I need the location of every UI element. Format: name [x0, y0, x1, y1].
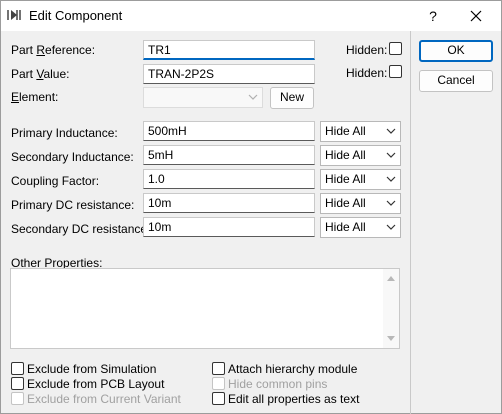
cancel-button[interactable]: Cancel — [419, 70, 493, 92]
part-reference-label: Part Reference: — [11, 43, 96, 57]
close-icon — [470, 10, 482, 22]
part-value-input[interactable]: TRAN-2P2S — [143, 64, 315, 84]
scroll-down-icon[interactable] — [386, 335, 396, 343]
close-button[interactable] — [459, 5, 493, 27]
exclude-simulation-label: Exclude from Simulation — [27, 362, 157, 376]
help-button[interactable]: ? — [420, 5, 446, 27]
part-reference-hidden-checkbox[interactable] — [389, 42, 402, 55]
exclude-simulation-checkbox[interactable] — [11, 362, 24, 375]
button-panel: OK Cancel — [411, 31, 501, 414]
property-label: Primary Inductance: — [11, 126, 118, 140]
primary-dc-resistance-visibility-select[interactable]: Hide All — [320, 193, 401, 214]
property-label: Primary DC resistance: — [11, 198, 135, 212]
main-panel: Part Reference: TR1 Hidden: Part Value: … — [1, 31, 411, 414]
chevron-down-icon — [386, 224, 396, 230]
edit-as-text-label: Edit all properties as text — [228, 392, 360, 406]
chevron-down-icon — [386, 152, 396, 158]
element-label: Element: — [11, 90, 59, 104]
secondary-inductance-input[interactable]: 5mH — [143, 145, 315, 165]
new-element-button[interactable]: New — [270, 87, 314, 109]
part-value-hidden-checkbox[interactable] — [389, 65, 402, 78]
ok-button[interactable]: OK — [419, 40, 493, 62]
chevron-down-icon — [386, 200, 396, 206]
property-label: Coupling Factor: — [11, 174, 100, 188]
part-reference-input[interactable]: TR1 — [143, 40, 315, 60]
edit-component-dialog: Edit Component ? Part Reference: TR1 Hid… — [0, 0, 502, 414]
secondary-dc-resistance-visibility-select[interactable]: Hide All — [320, 217, 401, 238]
exclude-pcb-checkbox[interactable] — [11, 377, 24, 390]
property-label: Secondary DC resistance: — [11, 222, 151, 236]
edit-as-text-checkbox[interactable] — [212, 392, 225, 405]
chevron-down-icon — [386, 128, 396, 134]
attach-hierarchy-label: Attach hierarchy module — [228, 362, 358, 376]
window-title: Edit Component — [29, 8, 123, 23]
attach-hierarchy-checkbox[interactable] — [212, 362, 225, 375]
other-properties-textarea[interactable] — [10, 268, 400, 349]
chevron-down-icon — [386, 176, 396, 182]
secondary-dc-resistance-input[interactable]: 10m — [143, 217, 315, 237]
primary-inductance-input[interactable]: 500mH — [143, 121, 315, 141]
primary-inductance-visibility-select[interactable]: Hide All — [320, 121, 401, 142]
primary-dc-resistance-input[interactable]: 10m — [143, 193, 315, 213]
part-value-hidden-label: Hidden: — [346, 66, 388, 80]
hide-common-pins-label: Hide common pins — [228, 377, 328, 391]
title-bar: Edit Component ? — [1, 1, 501, 31]
part-reference-hidden-label: Hidden: — [346, 43, 388, 57]
component-app-icon — [7, 10, 21, 20]
exclude-variant-label: Exclude from Current Variant — [27, 392, 181, 406]
element-select[interactable] — [143, 87, 263, 108]
coupling-factor-visibility-select[interactable]: Hide All — [320, 169, 401, 190]
chevron-down-icon — [248, 94, 258, 100]
exclude-pcb-label: Exclude from PCB Layout — [27, 377, 165, 391]
hide-common-pins-checkbox[interactable] — [212, 377, 225, 390]
coupling-factor-input[interactable]: 1.0 — [143, 169, 315, 189]
secondary-inductance-visibility-select[interactable]: Hide All — [320, 145, 401, 166]
scroll-up-icon[interactable] — [386, 274, 396, 282]
exclude-variant-checkbox[interactable] — [11, 392, 24, 405]
property-label: Secondary Inductance: — [11, 150, 134, 164]
other-properties-scrollbar[interactable] — [383, 269, 399, 348]
part-value-label: Part Value: — [11, 67, 70, 81]
